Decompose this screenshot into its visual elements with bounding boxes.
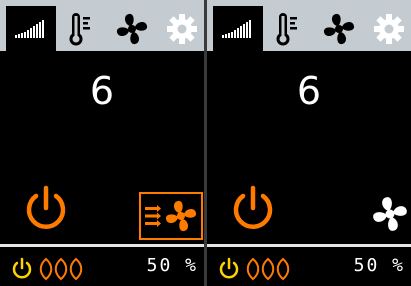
tab-bar (207, 0, 411, 51)
thermometer-icon (69, 12, 90, 45)
fan-airflow-icon (145, 200, 197, 232)
tab-fan[interactable] (315, 6, 363, 51)
setpoint-value: 6 (89, 69, 115, 113)
tab-signal[interactable] (6, 6, 56, 51)
tab-settings[interactable] (160, 6, 204, 51)
percent-unit: % (392, 255, 405, 276)
fan-icon (116, 13, 148, 44)
percent-unit: % (185, 255, 198, 276)
tab-fan[interactable] (108, 6, 156, 51)
setpoint-value: 6 (296, 69, 322, 113)
fan-speed-percent: 50 % (147, 255, 198, 276)
heat-waves-icon (39, 257, 83, 281)
fan-mode-button[interactable] (139, 192, 203, 240)
power-button[interactable] (227, 183, 279, 235)
thermostat-screen-left: 6 50 % (0, 0, 204, 286)
status-bar: 50 % (0, 247, 204, 286)
percent-value: 50 (146, 255, 173, 276)
thermometer-icon (276, 12, 297, 45)
tab-bar (0, 0, 204, 51)
tab-temperature[interactable] (58, 6, 102, 51)
thermostat-screen-right: 6 50 % (207, 0, 411, 286)
fan-icon (323, 13, 355, 44)
power-icon (219, 257, 239, 279)
power-button[interactable] (20, 183, 72, 235)
tab-settings[interactable] (367, 6, 411, 51)
signal-bars-icon (15, 19, 44, 38)
gear-icon (374, 13, 404, 44)
gear-icon (167, 13, 197, 44)
status-bar: 50 % (207, 247, 411, 286)
fan-icon (373, 197, 407, 231)
tab-temperature[interactable] (265, 6, 309, 51)
percent-value: 50 (353, 255, 380, 276)
fan-speed-percent: 50 % (354, 255, 405, 276)
fan-mode-button[interactable] (371, 195, 409, 233)
signal-bars-icon (222, 19, 251, 38)
power-icon (12, 257, 32, 279)
heat-waves-icon (246, 257, 290, 281)
tab-signal[interactable] (213, 6, 263, 51)
